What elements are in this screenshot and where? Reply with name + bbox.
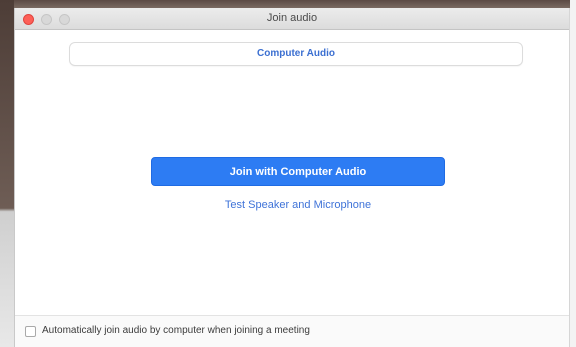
background-window-edge-right	[570, 0, 576, 347]
background-window-edge-top	[0, 0, 576, 8]
test-speaker-microphone-link[interactable]: Test Speaker and Microphone	[151, 199, 445, 211]
auto-join-checkbox[interactable]	[25, 326, 36, 337]
window-title: Join audio	[266, 12, 318, 24]
auto-join-label[interactable]: Automatically join audio by computer whe…	[42, 325, 310, 336]
background-window-edge-left	[0, 0, 14, 347]
join-audio-window: Join audio Computer Audio Join with Comp…	[14, 8, 570, 347]
footer: Automatically join audio by computer whe…	[15, 315, 569, 347]
join-with-computer-audio-button[interactable]: Join with Computer Audio	[151, 157, 445, 186]
join-button-label: Join with Computer Audio	[229, 166, 367, 178]
audio-tab-bar: Computer Audio	[69, 42, 523, 66]
titlebar: Join audio	[15, 8, 569, 30]
tab-computer-audio[interactable]: Computer Audio	[70, 48, 522, 59]
